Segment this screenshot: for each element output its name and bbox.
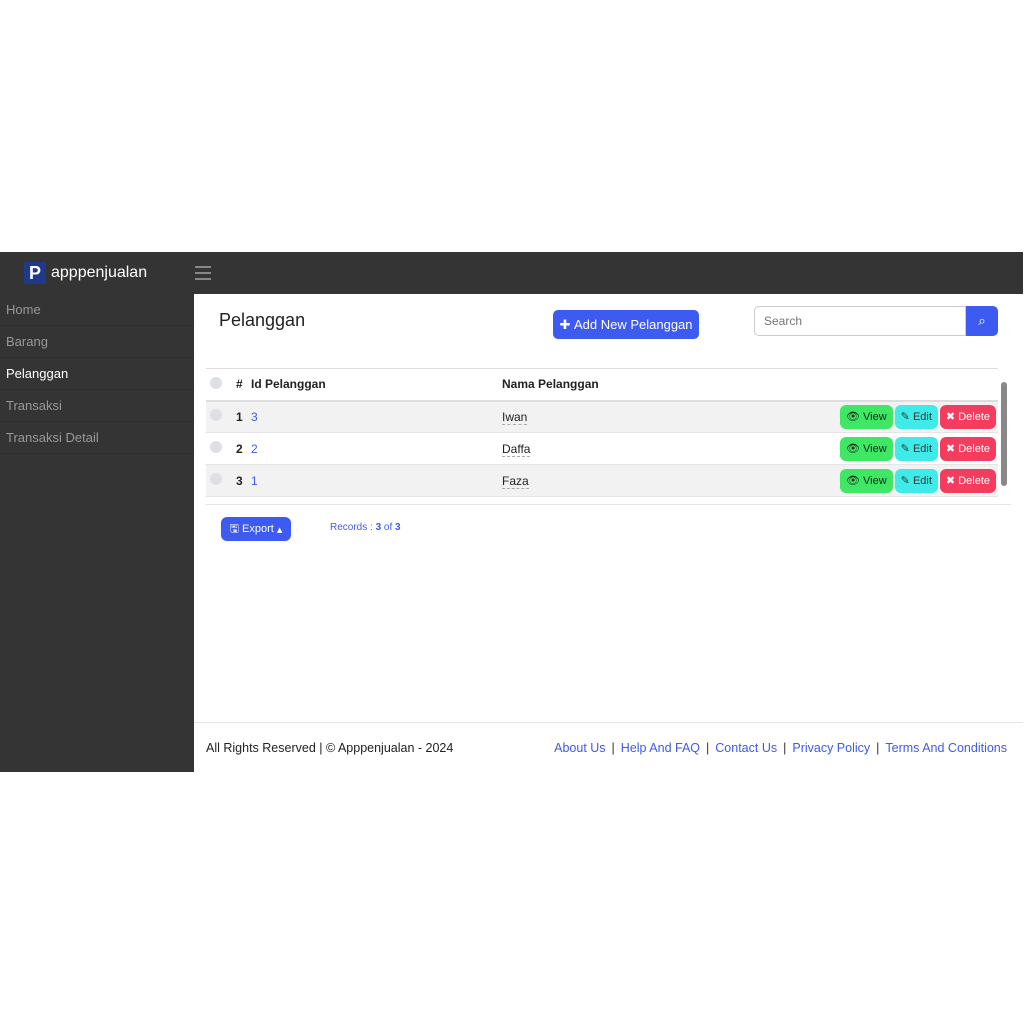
sidebar-item-home[interactable]: Home [0,294,194,326]
row-select-radio[interactable] [210,473,222,485]
eye-icon: 👁 [845,410,864,423]
footer-link[interactable]: Help And FAQ [621,741,700,755]
id-link[interactable]: 2 [251,442,258,456]
delete-label: Delete [958,474,990,487]
page-title: Pelanggan [219,310,306,330]
sidebar: Home Barang Pelanggan Transaksi Transaks… [0,294,194,772]
delete-button[interactable]: ✖ Delete [939,436,996,461]
logo-icon: P [24,262,46,284]
table-row: 2 2 Daffa 👁 View ✎ Edit ✖ Delete [206,432,998,465]
app-window: P apppenjualan Home Barang Pelanggan Tra… [0,252,1023,772]
footer-link[interactable]: About Us [554,741,605,755]
hamburger-menu-icon[interactable] [195,266,212,280]
edit-button[interactable]: ✎ Edit [894,404,938,429]
header-no: # [236,368,251,402]
select-all-radio[interactable] [210,376,222,389]
header-id[interactable]: Id Pelanggan [251,368,502,402]
edit-icon: ✎ [900,442,913,455]
plus-icon: ✚ [559,316,574,332]
view-label: View [863,410,887,423]
copyright: All Rights Reserved | © Apppenjualan - 2… [206,740,454,755]
edit-button[interactable]: ✎ Edit [894,436,938,461]
sidebar-item-pelanggan[interactable]: Pelanggan [0,358,194,390]
eye-icon: 👁 [845,442,864,455]
view-button[interactable]: 👁 View [839,436,893,461]
add-pelanggan-button[interactable]: ✚ Add New Pelanggan [553,310,699,339]
row-select-radio[interactable] [210,441,222,453]
edit-label: Edit [912,410,932,423]
search-input[interactable] [754,306,966,336]
id-link[interactable]: 3 [251,410,258,424]
delete-label: Delete [958,410,990,423]
pelanggan-table: # Id Pelanggan Nama Pelanggan 1 3 Iwan 👁… [206,368,998,497]
row-number: 3 [236,464,251,497]
records-prefix: Records : [330,522,376,533]
export-label: Export [242,523,274,535]
edit-icon: ✎ [900,410,913,423]
add-label: Add New Pelanggan [573,317,693,332]
view-label: View [863,474,887,487]
sidebar-item-transaksi[interactable]: Transaksi [0,390,194,422]
eye-icon: 👁 [845,474,864,487]
footer-link[interactable]: Privacy Policy [792,741,870,755]
search-button[interactable]: ⌕ [966,306,998,336]
main-content: Pelanggan ✚ Add New Pelanggan ⌕ # Id Pel… [194,294,1023,772]
delete-button[interactable]: ✖ Delete [939,404,996,429]
header-nama[interactable]: Nama Pelanggan [502,368,689,402]
edit-button[interactable]: ✎ Edit [894,468,938,493]
sidebar-item-transaksi-detail[interactable]: Transaksi Detail [0,422,194,454]
table-row: 1 3 Iwan 👁 View ✎ Edit ✖ Delete [206,400,998,433]
view-button[interactable]: 👁 View [839,468,893,493]
footer: All Rights Reserved | © Apppenjualan - 2… [194,722,1023,772]
close-icon: ✖ [945,410,959,423]
records-total: 3 [395,522,401,533]
row-select-radio[interactable] [210,409,222,422]
sidebar-item-barang[interactable]: Barang [0,326,194,358]
footer-link[interactable]: Terms And Conditions [885,741,1007,755]
export-button[interactable]: 🖫 Export ▴ [221,517,291,541]
nama-pelanggan[interactable]: Iwan [502,409,528,425]
table-scrollbar[interactable] [1001,370,1009,496]
footer-links: About Us | Help And FAQ | Contact Us | Privacy… [554,740,1007,755]
delete-label: Delete [958,442,990,455]
edit-label: Edit [912,442,932,455]
table-row: 3 1 Faza 👁 View ✎ Edit ✖ Delete [206,464,998,497]
edit-icon: ✎ [900,474,913,487]
edit-label: Edit [912,474,932,487]
search-icon: ⌕ [978,313,986,328]
save-icon: 🖫 [229,522,243,535]
close-icon: ✖ [945,474,959,487]
row-number: 1 [236,400,251,433]
footer-link[interactable]: Contact Us [715,741,777,755]
nama-pelanggan[interactable]: Faza [502,473,529,489]
row-number: 2 [236,432,251,465]
nama-pelanggan[interactable]: Daffa [502,441,531,457]
id-link[interactable]: 1 [251,474,258,488]
caret-up-icon: ▴ [273,523,283,536]
view-button[interactable]: 👁 View [839,404,893,429]
search-bar: ⌕ [754,306,998,336]
records-of: of [381,522,396,533]
view-label: View [863,442,887,455]
close-icon: ✖ [945,442,959,455]
delete-button[interactable]: ✖ Delete [939,468,996,493]
brand-name[interactable]: apppenjualan [51,264,147,282]
top-navbar: P apppenjualan [0,252,1023,294]
records-count: Records : 3 of 3 [330,522,401,533]
